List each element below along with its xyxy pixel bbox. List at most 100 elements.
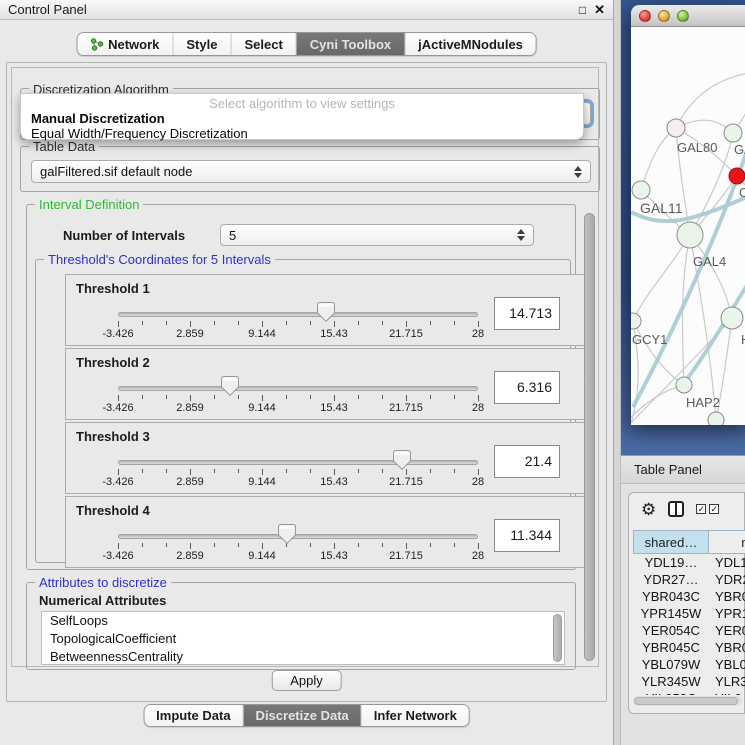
table-row[interactable]: YDL19…YDL1 xyxy=(633,554,745,571)
slider-handle[interactable] xyxy=(221,376,239,396)
cell-name[interactable]: YBR0 xyxy=(709,639,745,656)
cell-shared-name[interactable]: YBL079W xyxy=(633,656,709,673)
select-columns-icon[interactable]: ✓ ✓ xyxy=(696,504,719,514)
panel-divider[interactable] xyxy=(613,0,621,745)
tab-infer-network[interactable]: Infer Network xyxy=(362,705,469,726)
table-row[interactable]: YBR043CYBR0 xyxy=(633,588,745,605)
float-window-icon[interactable]: □ xyxy=(579,4,586,16)
panel-scrollbar[interactable] xyxy=(584,213,595,661)
tab-style[interactable]: Style xyxy=(173,33,231,55)
cell-name[interactable]: YBR0 xyxy=(709,588,745,605)
algorithm-option[interactable]: Manual Discretization xyxy=(21,111,583,126)
cell-name[interactable]: YER0 xyxy=(709,622,745,639)
table-row[interactable]: YBL079WYBL0 xyxy=(633,656,745,673)
cell-shared-name[interactable]: YBR043C xyxy=(633,588,709,605)
tab-impute-data[interactable]: Impute Data xyxy=(144,705,243,726)
node[interactable] xyxy=(724,124,742,142)
tab-label: Discretize Data xyxy=(256,708,349,723)
node-label: GCY1 xyxy=(632,332,667,347)
node[interactable] xyxy=(708,412,724,425)
zoom-traffic-light-icon[interactable] xyxy=(677,10,689,22)
threshold-value-field[interactable]: 11.344 xyxy=(494,519,560,552)
cell-name[interactable]: YBL0 xyxy=(709,656,745,673)
network-window-titlebar[interactable] xyxy=(631,5,745,27)
table-row[interactable]: YDR27…YDR2 xyxy=(633,571,745,588)
network-view-window[interactable]: GAL80GAGAL11CGAL4GCY1HHAP2 xyxy=(631,5,745,425)
node-gal80[interactable] xyxy=(667,119,685,137)
cell-shared-name[interactable]: YLR345W xyxy=(633,673,709,690)
gear-icon[interactable]: ⚙ xyxy=(641,501,656,518)
table-horizontal-scrollbar[interactable] xyxy=(633,696,742,706)
threshold-row: Threshold 4-3.4262.8599.14415.4321.71528… xyxy=(65,496,589,568)
network-icon xyxy=(90,38,103,51)
cell-name[interactable]: YLR3 xyxy=(709,673,745,690)
cell-name[interactable]: YIL0 xyxy=(709,690,745,695)
control-panel-titlebar: Control Panel □ ✕ xyxy=(0,0,613,20)
slider-handle[interactable] xyxy=(393,450,411,470)
node-gcy1[interactable] xyxy=(631,313,641,329)
cell-name[interactable]: YPR1 xyxy=(709,605,745,622)
cell-name[interactable]: YDL1 xyxy=(709,554,745,571)
minimize-traffic-light-icon[interactable] xyxy=(658,10,670,22)
threshold-value-field[interactable]: 6.316 xyxy=(494,371,560,404)
node-label: H xyxy=(741,332,745,347)
control-panel-tab-bar: Network Style SelectCyni ToolboxjActiveMNo… xyxy=(76,32,537,56)
cell-name[interactable]: YDR2 xyxy=(709,571,745,588)
tab-select[interactable]: Select xyxy=(231,33,296,55)
table-row[interactable]: YBR045CYBR0 xyxy=(633,639,745,656)
slider-tick xyxy=(478,395,479,401)
table-row[interactable]: YER054CYER0 xyxy=(633,622,745,639)
table-row[interactable]: YIL053CYIL0 xyxy=(633,690,745,695)
tab-network[interactable]: Network xyxy=(77,33,173,55)
list-scrollbar[interactable] xyxy=(553,614,562,662)
cell-shared-name[interactable]: YIL053C xyxy=(633,690,709,695)
slider-track[interactable] xyxy=(118,312,478,317)
cell-shared-name[interactable]: YER054C xyxy=(633,622,709,639)
table-row[interactable]: YPR145WYPR1 xyxy=(633,605,745,622)
threshold-value-field[interactable]: 14.713 xyxy=(494,297,560,330)
split-columns-icon[interactable] xyxy=(668,501,684,517)
slider-tick-label: 9.144 xyxy=(232,476,292,488)
tab-label: Style xyxy=(186,37,217,52)
cell-shared-name[interactable]: YDL19… xyxy=(633,554,709,571)
slider-track[interactable] xyxy=(118,534,478,539)
node[interactable] xyxy=(721,307,743,329)
cell-shared-name[interactable]: YDR27… xyxy=(633,571,709,588)
cell-shared-name[interactable]: YPR145W xyxy=(633,605,709,622)
algorithm-option[interactable]: Equal Width/Frequency Discretization xyxy=(21,126,583,141)
node-selected-red[interactable] xyxy=(729,168,745,184)
table-browser: ⚙ ✓ ✓ shared… na YDL19…YDL1YDR27…YDR2YBR… xyxy=(628,492,745,714)
table-data-combobox[interactable]: galFiltered.sif default node xyxy=(31,160,591,183)
slider-track[interactable] xyxy=(118,386,478,391)
slider-tick-label: -3.426 xyxy=(88,550,148,562)
column-header-name[interactable]: na xyxy=(709,530,745,554)
table-row[interactable]: YLR345WYLR3 xyxy=(633,673,745,690)
slider-track[interactable] xyxy=(118,460,478,465)
slider-handle[interactable] xyxy=(317,302,335,322)
slider-handle[interactable] xyxy=(278,524,296,544)
threshold-row: Threshold 3-3.4262.8599.14415.4321.71528… xyxy=(65,422,589,494)
number-of-intervals-combobox[interactable]: 5 xyxy=(220,224,534,246)
node-gal11[interactable] xyxy=(632,181,650,199)
cell-shared-name[interactable]: YBR045C xyxy=(633,639,709,656)
attribute-list-item[interactable]: SelfLoops xyxy=(42,612,564,630)
scrollbar-thumb[interactable] xyxy=(634,697,738,705)
slider-tick xyxy=(262,321,263,327)
slider-tick xyxy=(286,469,287,473)
column-header-shared-name[interactable]: shared… xyxy=(633,530,709,554)
close-traffic-light-icon[interactable] xyxy=(639,10,651,22)
network-canvas[interactable]: GAL80GAGAL11CGAL4GCY1HHAP2 xyxy=(631,27,745,425)
node-hap2[interactable] xyxy=(676,377,692,393)
checkbox-icon: ✓ xyxy=(696,504,706,514)
tab-discretize-data[interactable]: Discretize Data xyxy=(244,705,362,726)
tab-cyni-toolbox[interactable]: Cyni Toolbox xyxy=(297,33,405,55)
close-icon[interactable]: ✕ xyxy=(594,3,605,16)
slider-tick xyxy=(454,469,455,473)
attribute-list-item[interactable]: TopologicalCoefficient xyxy=(42,630,564,648)
tab-jactivemnodules[interactable]: jActiveMNodules xyxy=(405,33,536,55)
slider-tick xyxy=(382,395,383,399)
threshold-value-field[interactable]: 21.4 xyxy=(494,445,560,478)
attribute-list-item[interactable]: BetweennessCentrality xyxy=(42,648,564,665)
node-gal4[interactable] xyxy=(677,222,703,248)
apply-button[interactable]: Apply xyxy=(271,670,342,691)
